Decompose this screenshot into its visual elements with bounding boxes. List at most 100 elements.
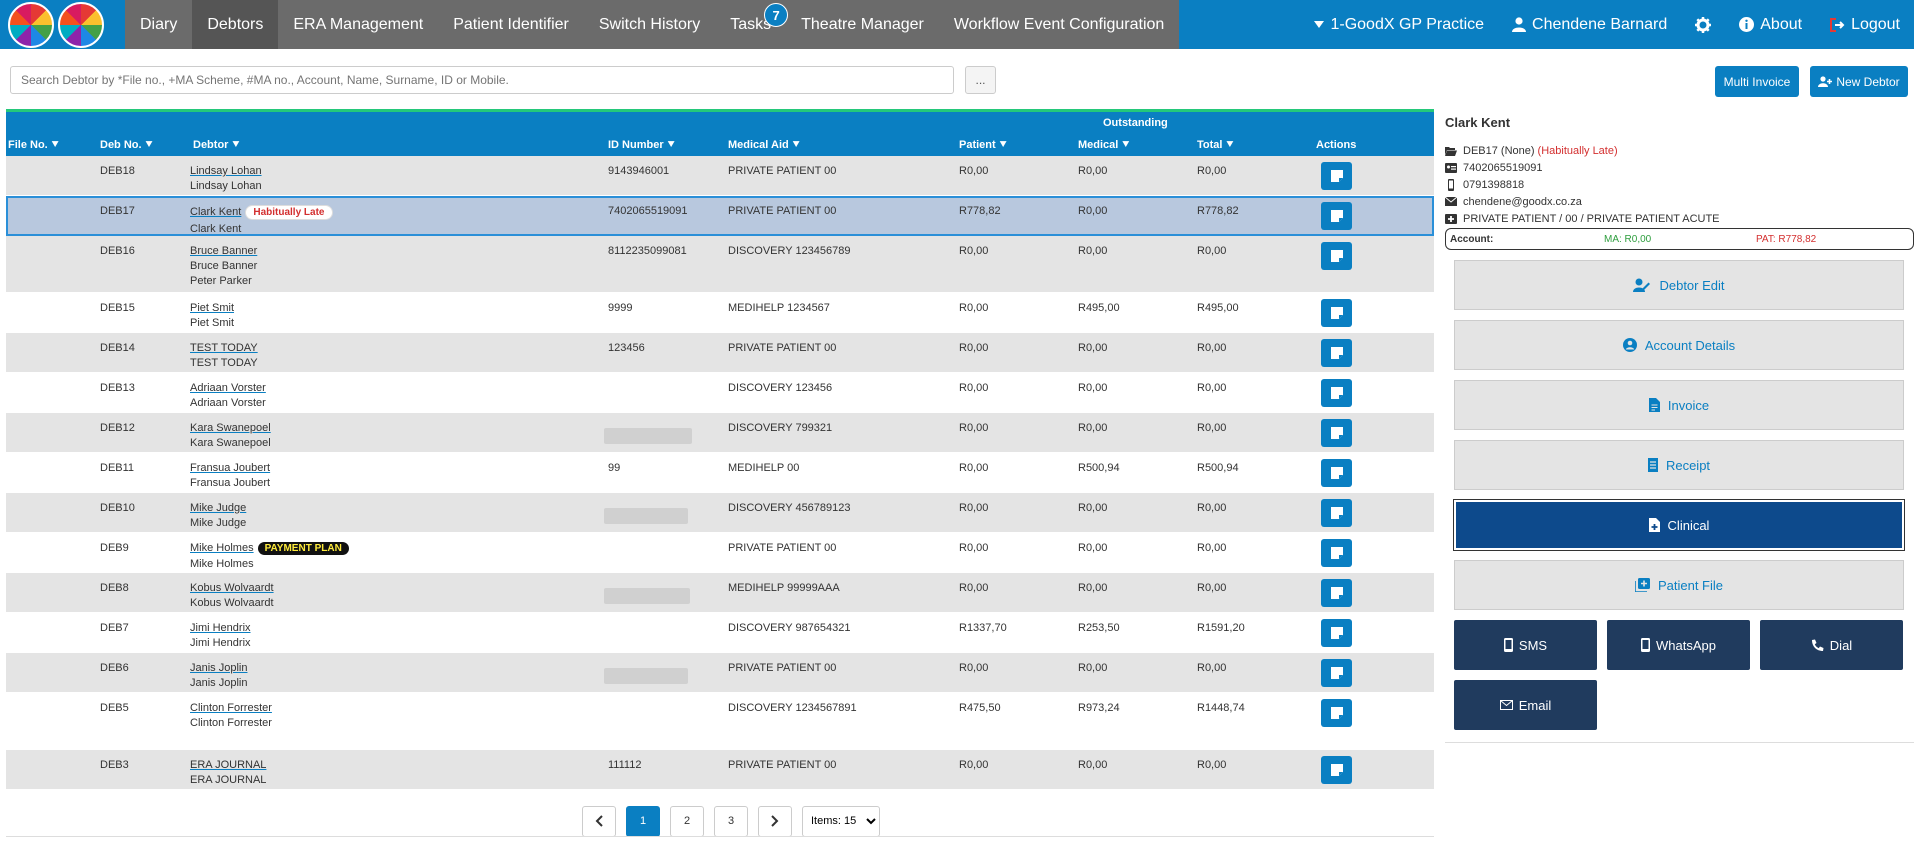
next-page-button[interactable] — [758, 805, 792, 837]
col-file-no[interactable]: File No. ⯆ — [8, 139, 60, 152]
col-medical-aid[interactable]: Medical Aid ⯆ — [728, 139, 801, 152]
practice-dropdown[interactable]: 1-GoodX GP Practice — [1300, 16, 1498, 34]
row-action-button[interactable] — [1321, 419, 1352, 447]
row-action-button[interactable] — [1321, 202, 1352, 230]
debtor-name-link[interactable]: Clinton Forrester — [190, 702, 272, 714]
row-action-button[interactable] — [1321, 579, 1352, 607]
debtor-name-link[interactable]: Piet Smit — [190, 302, 234, 314]
col-total[interactable]: Total ⯆ — [1197, 139, 1234, 152]
nav-patient-identifier[interactable]: Patient Identifier — [438, 0, 584, 49]
row-action-button[interactable] — [1321, 539, 1352, 567]
col-patient[interactable]: Patient ⯆ — [959, 139, 1008, 152]
patient-file-button[interactable]: Patient File — [1454, 560, 1904, 610]
table-row[interactable]: DEB8 Kobus Wolvaardt Kobus Wolvaardt MEDIHE… — [6, 573, 1434, 613]
debtor-name-link[interactable]: Kara Swanepoel — [190, 422, 271, 434]
col-id-number[interactable]: ID Number ⯆ — [608, 139, 676, 152]
nav-era-management[interactable]: ERA Management — [278, 0, 438, 49]
whatsapp-button[interactable]: WhatsApp — [1607, 620, 1750, 670]
table-row[interactable]: DEB9 Mike Holmes PAYMENT PLAN Mike Holmes PR… — [6, 533, 1434, 573]
debtor-cell: Clinton Forrester Clinton Forrester — [190, 702, 272, 729]
debtor-name-link[interactable]: TEST TODAY — [190, 342, 258, 354]
row-action-button[interactable] — [1321, 756, 1352, 784]
table-row[interactable]: DEB17 Clark Kent Habitually Late Clark Kent… — [6, 196, 1434, 236]
debtor-name-link[interactable]: Adriaan Vorster — [190, 382, 266, 394]
table-row[interactable]: DEB13 Adriaan Vorster Adriaan Vorster DISCO… — [6, 373, 1434, 413]
row-action-button[interactable] — [1321, 619, 1352, 647]
debtor-name-link[interactable]: ERA JOURNAL — [190, 759, 266, 771]
page-button-3[interactable]: 3 — [714, 805, 748, 837]
search-options-button[interactable]: ... — [965, 66, 996, 94]
medical-amount-cell: R0,00 — [1078, 245, 1108, 257]
patient-name: Bruce Banner — [190, 260, 258, 272]
id-number-cell: 9143946001 — [608, 165, 670, 177]
sms-button[interactable]: SMS — [1454, 620, 1597, 670]
patient-amount-cell: R0,00 — [959, 759, 989, 771]
nav-switch-history[interactable]: Switch History — [584, 0, 715, 49]
multi-invoice-button[interactable]: Multi Invoice — [1715, 66, 1799, 97]
row-action-button[interactable] — [1321, 242, 1352, 270]
row-action-button[interactable] — [1321, 299, 1352, 327]
table-row[interactable]: DEB7 Jimi Hendrix Jimi Hendrix DISCOVERY 98… — [6, 613, 1434, 653]
col-deb-no[interactable]: Deb No. ⯆ — [100, 139, 153, 152]
table-row[interactable]: DEB12 Kara Swanepoel Kara Swanepoel DISCOVE… — [6, 413, 1434, 453]
nav-tasks[interactable]: Tasks 7 — [715, 0, 789, 49]
debtor-name-link[interactable]: Clark Kent — [190, 206, 241, 218]
debtor-name-link[interactable]: Bruce Banner — [190, 245, 257, 257]
row-action-button[interactable] — [1321, 379, 1352, 407]
settings-button[interactable] — [1681, 16, 1725, 33]
debtor-name-link[interactable]: Mike Judge — [190, 502, 246, 514]
prev-page-button[interactable] — [582, 805, 616, 837]
col-debtor[interactable]: Debtor ⯆ — [193, 139, 240, 152]
debtor-name-link[interactable]: Mike Holmes — [190, 542, 254, 554]
nav-debtors[interactable]: Debtors — [192, 0, 279, 49]
table-row[interactable]: DEB18 Lindsay Lohan Lindsay Lohan 914394600… — [6, 156, 1434, 196]
page-button-2[interactable]: 2 — [670, 805, 704, 837]
about-link[interactable]: About — [1725, 16, 1816, 34]
account-details-label: Account Details — [1644, 337, 1736, 353]
table-row[interactable]: DEB16 Bruce Banner Bruce Banner Peter Parke… — [6, 236, 1434, 293]
debtor-name-link[interactable]: Janis Joplin — [190, 662, 247, 674]
debtor-name-link[interactable]: Fransua Joubert — [190, 462, 270, 474]
table-row[interactable]: DEB15 Piet Smit Piet Smit 9999 MEDIHELP 1234… — [6, 293, 1434, 333]
patient-amount-cell: R0,00 — [959, 542, 989, 554]
email-button[interactable]: Email — [1454, 680, 1597, 730]
debtor-search-input[interactable] — [10, 66, 954, 94]
folder-open-icon — [1445, 146, 1457, 156]
app-logo[interactable] — [0, 0, 125, 49]
row-action-button[interactable] — [1321, 339, 1352, 367]
debtor-name-link[interactable]: Jimi Hendrix — [190, 622, 251, 634]
invoice-button[interactable]: Invoice — [1454, 380, 1904, 430]
row-action-button[interactable] — [1321, 659, 1352, 687]
debtor-name-link[interactable]: Kobus Wolvaardt — [190, 582, 274, 594]
items-per-page-select[interactable]: Items: 15 — [802, 805, 880, 837]
table-row[interactable]: DEB10 Mike Judge Mike Judge DISCOVERY 45678… — [6, 493, 1434, 533]
clinical-button[interactable]: Clinical — [1453, 499, 1905, 551]
nav-diary[interactable]: Diary — [125, 0, 192, 49]
medical-aid-cell: DISCOVERY 123456 — [728, 382, 833, 394]
debtor-edit-button[interactable]: Debtor Edit — [1454, 260, 1904, 310]
dial-button[interactable]: Dial — [1760, 620, 1903, 670]
nav-theatre-manager[interactable]: Theatre Manager — [786, 0, 939, 49]
debtor-name-link[interactable]: Lindsay Lohan — [190, 165, 262, 177]
nav-workflow-event-configuration[interactable]: Workflow Event Configuration — [939, 0, 1179, 49]
row-action-button[interactable] — [1321, 162, 1352, 190]
account-details-button[interactable]: Account Details — [1454, 320, 1904, 370]
table-row[interactable]: DEB6 Janis Joplin Janis Joplin PRIVATE PATI… — [6, 653, 1434, 693]
row-action-button[interactable] — [1321, 699, 1352, 727]
row-action-button[interactable] — [1321, 499, 1352, 527]
table-row[interactable]: DEB11 Fransua Joubert Fransua Joubert 99 MED… — [6, 453, 1434, 493]
note-icon — [1330, 427, 1343, 439]
table-row[interactable]: DEB3 ERA JOURNAL ERA JOURNAL 111112 PRIVATE … — [6, 750, 1434, 790]
receipt-button[interactable]: Receipt — [1454, 440, 1904, 490]
page-button-1[interactable]: 1 — [626, 805, 660, 837]
table-row[interactable]: DEB5 Clinton Forrester Clinton Forrester DI… — [6, 693, 1434, 750]
medical-amount-cell: R0,00 — [1078, 205, 1108, 217]
logout-link[interactable]: Logout — [1816, 16, 1914, 34]
new-debtor-button[interactable]: New Debtor — [1810, 66, 1908, 97]
row-action-button[interactable] — [1321, 459, 1352, 487]
table-row[interactable]: DEB14 TEST TODAY TEST TODAY 123456 PRIVATE P… — [6, 333, 1434, 373]
note-icon — [1330, 250, 1343, 262]
receipt-label: Receipt — [1665, 457, 1711, 473]
user-menu[interactable]: Chendene Barnard — [1498, 16, 1681, 34]
col-medical[interactable]: Medical ⯆ — [1078, 139, 1130, 152]
